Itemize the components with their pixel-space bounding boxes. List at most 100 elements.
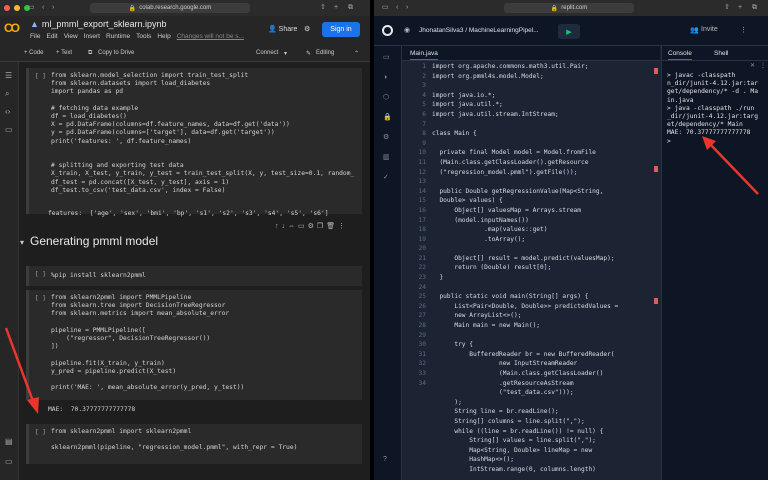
tabs-overview-icon[interactable]: ⧉ — [752, 3, 757, 13]
browser-chrome: ▭ ‹ › 🔒 colab.research.google.com ⇧ + ⧉ — [0, 0, 370, 16]
section-heading: ▾ Generating pmml model — [20, 234, 370, 252]
files-icon[interactable]: ▭ — [383, 54, 390, 62]
new-tab-icon[interactable]: + — [738, 3, 742, 13]
run-cell-button[interactable]: [ ] — [35, 429, 46, 436]
version-control-icon[interactable]: ◑ — [383, 74, 387, 82]
sidebar-icon[interactable]: ▭ — [382, 3, 389, 13]
code-editor[interactable]: Main.java 1 2 3 4 5 6 7 8 9 10 11 12 13 … — [402, 46, 660, 480]
line-numbers: 1 2 3 4 5 6 7 8 9 10 11 12 13 14 15 16 1… — [418, 63, 426, 387]
copy-to-drive-button[interactable]: Copy to Drive — [98, 50, 134, 56]
replit-tool-rail: ▭ ◑ ⬡ 🔒 ⚙ ▥ ✓ ? — [374, 46, 402, 480]
colab-header: CO ▲ ml_pmml_export_sklearn.ipynb File Ed… — [0, 16, 370, 46]
code-cell[interactable]: [ ] from sklearn2pmml import PMMLPipelin… — [26, 290, 362, 400]
cell-output: features: ['age', 'sex', 'bmi', 'bp', 's… — [48, 210, 329, 217]
sign-in-button[interactable]: Sign in — [322, 22, 360, 37]
menu-help[interactable]: Help — [157, 33, 170, 40]
run-cell-button[interactable]: [ ] — [35, 271, 46, 278]
unsaved-changes-link[interactable]: Changes will not be s... — [177, 33, 244, 40]
forward-icon[interactable]: › — [406, 3, 408, 13]
address-bar[interactable]: 🔒 replit.com — [504, 3, 634, 13]
add-code-button[interactable]: + Code — [24, 50, 44, 56]
console-menu-icon[interactable]: ⋮ — [760, 62, 766, 69]
settings-gear-icon[interactable]: ⚙ — [383, 134, 389, 142]
replit-logo[interactable] — [382, 25, 393, 36]
connect-button[interactable]: Connect — [256, 50, 278, 56]
delete-icon[interactable]: 🗑 — [326, 223, 338, 230]
menu-insert[interactable]: Insert — [84, 33, 100, 40]
forward-icon[interactable]: › — [52, 3, 54, 13]
secrets-lock-icon[interactable]: 🔒 — [383, 114, 392, 122]
menu-view[interactable]: View — [64, 33, 78, 40]
run-cell-button[interactable]: [ ] — [35, 295, 46, 302]
share-page-icon[interactable]: ⇧ — [320, 3, 326, 13]
browser-chrome: ▭ ‹ › 🔒 replit.com ⇧ + ⧉ — [374, 0, 768, 16]
notebook-toolbar: + Code + Text ⧉ Copy to Drive Connect ▾ … — [0, 46, 370, 62]
share-page-icon[interactable]: ⇧ — [724, 3, 730, 13]
share-button[interactable]: 👤 Share — [268, 25, 297, 33]
connect-dropdown-icon[interactable]: ▾ — [284, 50, 287, 57]
terminal-icon[interactable]: ▭ — [5, 458, 13, 466]
cell-code[interactable]: from sklearn.model_selection import trai… — [51, 72, 354, 195]
minimize-window-button[interactable] — [14, 5, 20, 11]
repl-breadcrumb[interactable]: JhonatanSilva3 / MachineLearningPipel... — [419, 27, 539, 34]
clear-console-icon[interactable]: ✕ — [750, 62, 755, 69]
command-palette-icon[interactable]: ▤ — [5, 438, 13, 446]
editor-tab[interactable]: Main.java — [402, 46, 660, 61]
help-icon[interactable]: ? — [383, 456, 387, 464]
tab-console[interactable]: Console — [668, 50, 692, 60]
editor-code[interactable]: import org.apache.commons.math3.util.Pai… — [432, 62, 618, 475]
play-icon: ▶ — [566, 28, 572, 36]
close-window-button[interactable] — [4, 5, 10, 11]
cell-toolbar: ↑↓⇔▭⚙❐🗑⋮ — [275, 222, 348, 230]
cell-code[interactable]: from sklearn2pmml import sklearn2pmml sk… — [51, 428, 297, 453]
add-text-button[interactable]: + Text — [56, 50, 72, 56]
toc-icon[interactable]: ☰ — [5, 72, 12, 80]
new-tab-icon[interactable]: + — [334, 3, 338, 13]
collapse-toolbar-icon[interactable]: ⌃ — [354, 50, 359, 57]
cell-code[interactable]: from sklearn2pmml import PMMLPipeline fr… — [51, 294, 244, 392]
share-icon: 👤 — [268, 26, 279, 33]
comment-icon[interactable]: ▭ — [298, 223, 308, 230]
copy-icon: ⧉ — [88, 50, 93, 56]
editor-tab-label[interactable]: Main.java — [410, 50, 438, 60]
menu-file[interactable]: File — [30, 33, 40, 40]
user-avatar-icon[interactable]: ◉ — [404, 26, 410, 34]
url-text: colab.research.google.com — [139, 5, 212, 11]
editing-mode-label[interactable]: Editing — [316, 50, 334, 56]
tabs-overview-icon[interactable]: ⧉ — [348, 3, 353, 13]
notebook-title-text[interactable]: ml_pmml_export_sklearn.ipynb — [42, 19, 167, 29]
search-icon[interactable]: ⌕ — [5, 90, 9, 98]
settings-gear-icon[interactable]: ⚙ — [304, 25, 310, 33]
checkmark-icon[interactable]: ✓ — [383, 174, 389, 182]
settings-icon[interactable]: ⚙ — [308, 223, 317, 230]
address-bar[interactable]: 🔒 colab.research.google.com — [90, 3, 250, 13]
cell-code[interactable]: %pip install sklearn2pmml — [51, 272, 146, 280]
error-marker — [654, 68, 658, 74]
link-icon[interactable]: ⇔ — [288, 223, 298, 230]
menu-runtime[interactable]: Runtime — [106, 33, 130, 40]
error-marker — [654, 298, 658, 304]
database-icon[interactable]: ▥ — [383, 154, 390, 162]
menu-tools[interactable]: Tools — [136, 33, 151, 40]
run-cell-button[interactable]: [ ] — [35, 73, 46, 80]
copy-cell-icon[interactable]: ❐ — [317, 223, 326, 230]
code-cell[interactable]: [ ] from sklearn.model_selection import … — [26, 68, 362, 214]
invite-button[interactable]: Invite — [701, 26, 718, 33]
colab-logo[interactable]: CO — [4, 21, 26, 35]
files-icon[interactable]: ▭ — [5, 126, 13, 134]
packages-icon[interactable]: ⬡ — [383, 94, 389, 102]
back-icon[interactable]: ‹ — [396, 3, 398, 13]
run-button[interactable]: ▶ — [558, 24, 580, 39]
replit-window: ▭ ‹ › 🔒 replit.com ⇧ + ⧉ ◉ JhonatanSilva3… — [374, 0, 768, 480]
tab-shell[interactable]: Shell — [714, 50, 728, 57]
more-icon[interactable]: ⋮ — [338, 223, 348, 230]
back-icon[interactable]: ‹ — [42, 3, 44, 13]
more-options-icon[interactable]: ⋮ — [740, 26, 747, 34]
notebook-title[interactable]: ▲ ml_pmml_export_sklearn.ipynb — [30, 19, 166, 29]
code-cell[interactable]: [ ] from sklearn2pmml import sklearn2pmm… — [26, 424, 362, 464]
code-snippets-icon[interactable]: ‹› — [5, 108, 10, 116]
collapse-section-icon[interactable]: ▾ — [20, 238, 24, 247]
code-cell[interactable]: [ ] %pip install sklearn2pmml — [26, 266, 362, 286]
menu-edit[interactable]: Edit — [46, 33, 57, 40]
sidebar-icon[interactable]: ▭ — [28, 3, 35, 13]
